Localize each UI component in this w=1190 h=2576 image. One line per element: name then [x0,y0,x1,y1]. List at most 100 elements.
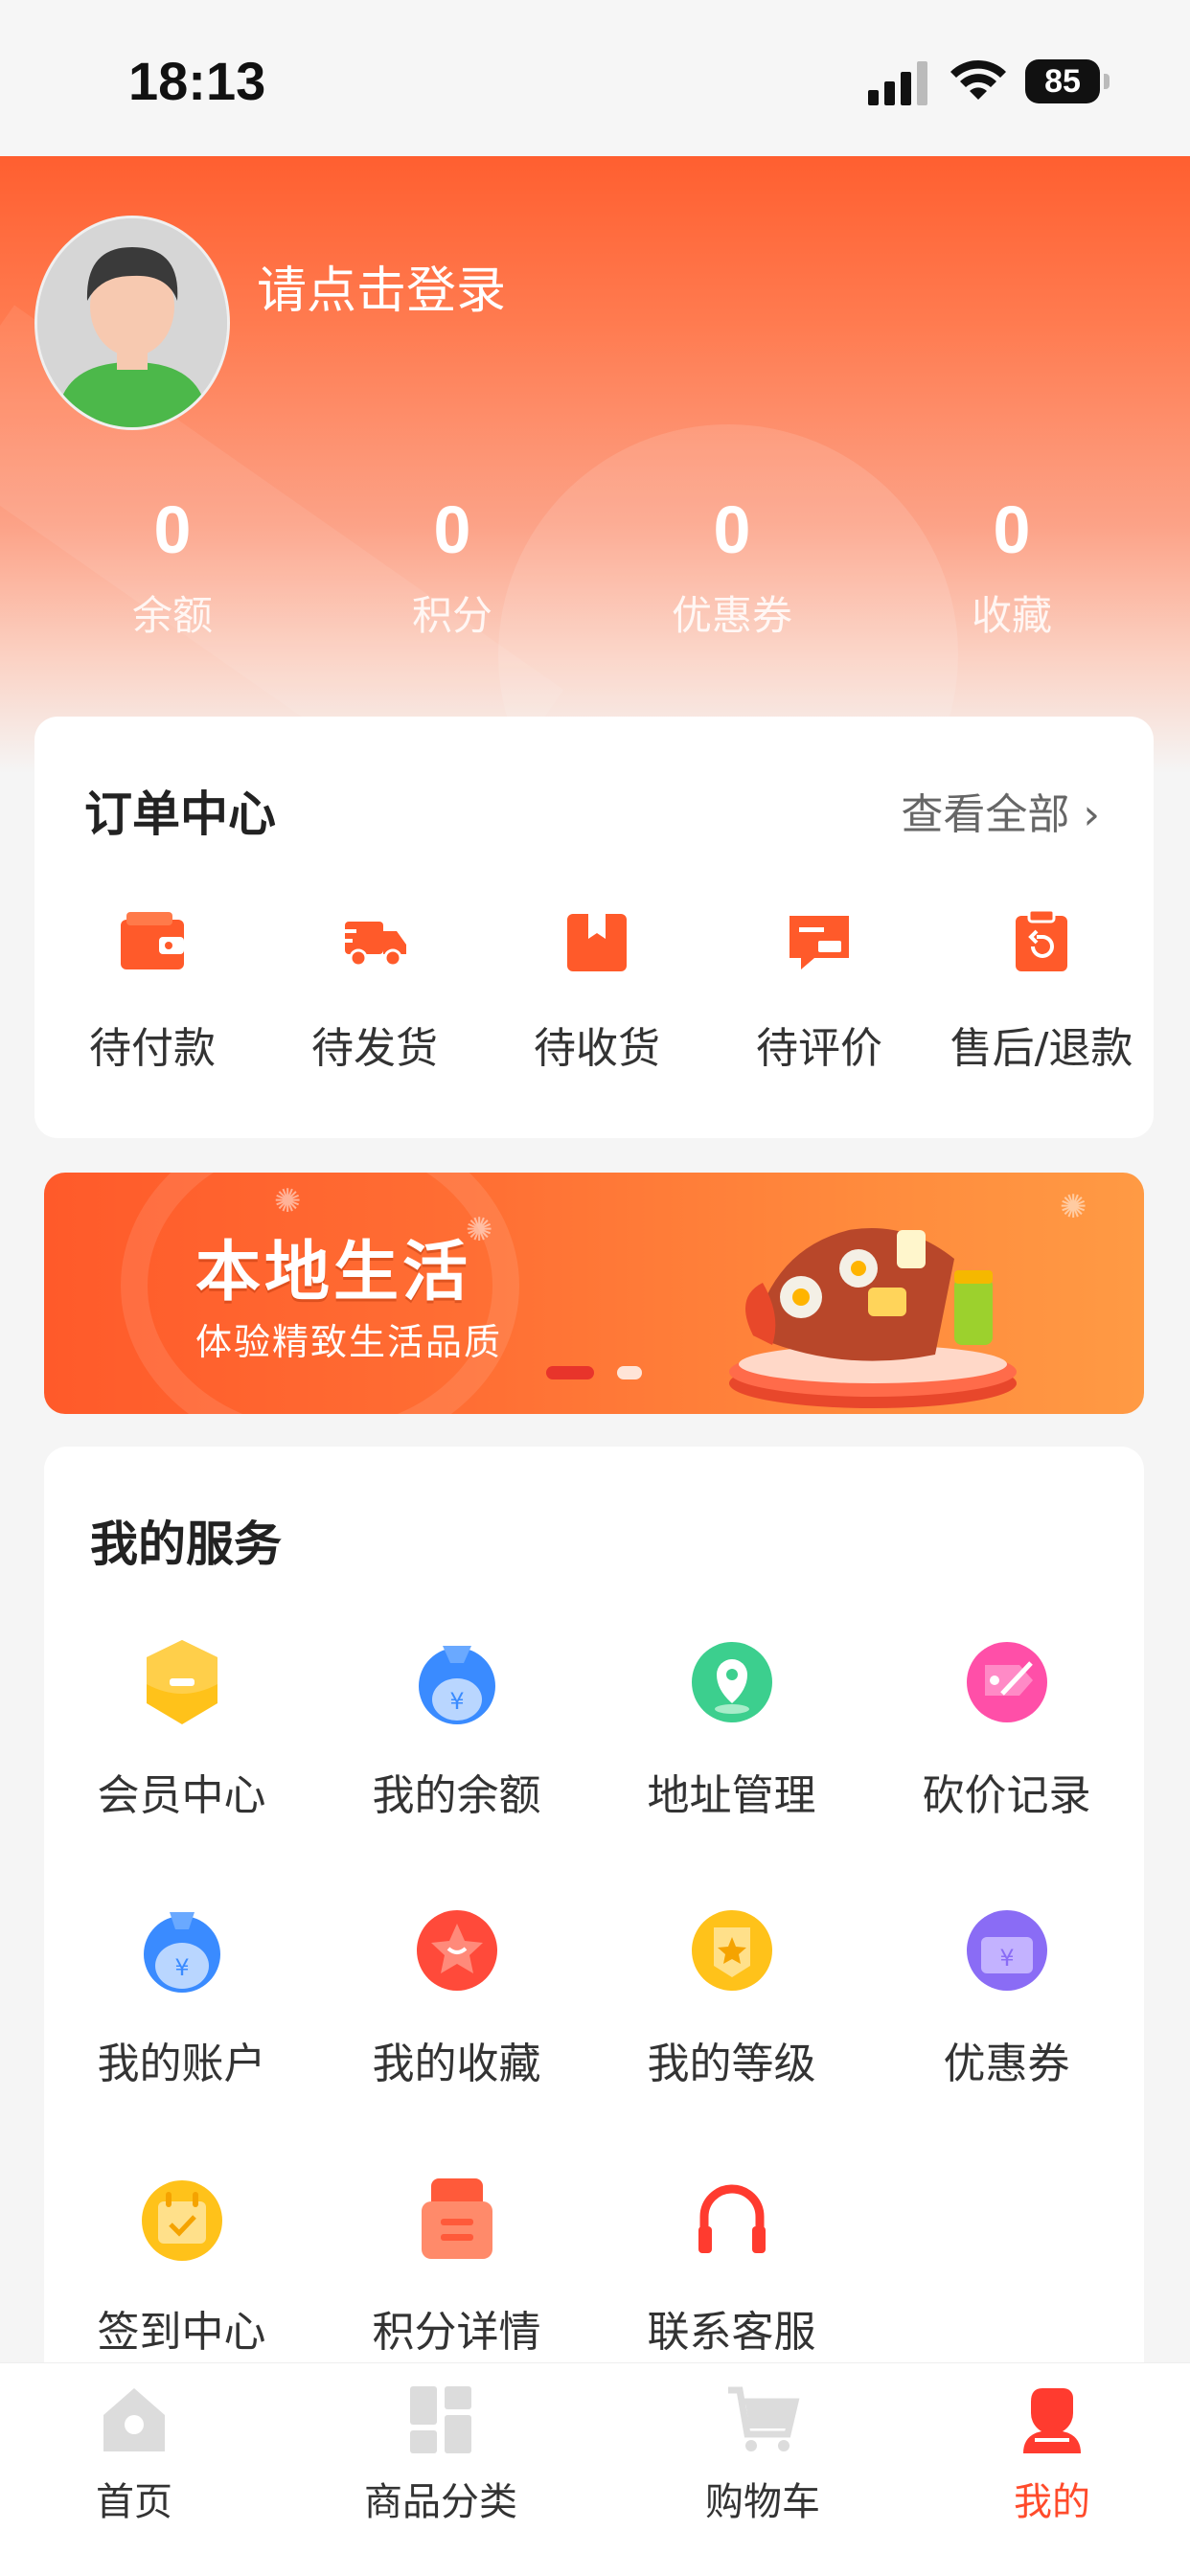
svg-text:¥: ¥ [449,1688,464,1715]
stat-value: 0 [153,492,192,567]
service-label: 联系客服 [647,2308,816,2357]
order-pending-receipt[interactable]: 待收货 [487,908,707,1075]
svg-text:¥: ¥ [174,1954,189,1981]
stat-label: 余额 [131,592,213,639]
tab-home[interactable]: 首页 [19,2381,249,2526]
member-icon [146,1640,217,1724]
profile-icon [1023,2388,1081,2453]
location-icon [691,1642,772,1722]
account-icon: ¥ [143,1912,220,1993]
service-label: 砍价记录 [922,1771,1091,1820]
battery-level: 85 [1025,59,1100,103]
order-pending-shipment[interactable]: 待发货 [264,908,485,1075]
cart-icon [728,2386,800,2451]
wifi-icon [950,59,1006,100]
service-bargain-records[interactable]: 砍价记录 [869,1636,1144,1822]
tab-label: 我的 [1014,2480,1090,2524]
sparkle-icon: ✺ [274,1182,302,1220]
coupon-icon: ¥ [966,1910,1047,1991]
my-services-card: 我的服务 会员中心 ¥ 我的余额 地址管理 砍价记录 ¥ 我的账户 我的收藏 我… [44,1447,1144,2414]
points-detail-icon [421,2178,492,2259]
service-label: 我的账户 [97,2040,266,2088]
tab-label: 购物车 [705,2480,820,2524]
level-badge-icon [691,1910,772,1991]
service-points-details[interactable]: 积分详情 [319,2173,594,2359]
promo-banner[interactable]: ✺ ✺ ✺ 本地生活 体验精致生活品质 [44,1173,1144,1414]
service-label: 地址管理 [647,1771,816,1820]
service-label: 签到中心 [97,2308,266,2357]
service-my-level[interactable]: 我的等级 [594,1904,869,2090]
package-icon [567,914,627,971]
service-label: 积分详情 [372,2308,541,2357]
service-coupons[interactable]: ¥ 优惠券 [869,1904,1144,2090]
default-avatar-icon [37,218,227,427]
stat-value: 0 [993,492,1031,567]
sparkle-icon: ✺ [1060,1188,1087,1226]
order-pending-payment[interactable]: 待付款 [42,908,263,1075]
order-item-label: 售后/退款 [950,1024,1133,1073]
bottom-tab-bar: 首页 商品分类 购物车 我的 [0,2362,1190,2576]
service-address-management[interactable]: 地址管理 [594,1636,869,1822]
order-item-label: 待收货 [534,1024,660,1073]
service-label: 会员中心 [97,1771,266,1820]
carousel-indicator-active [546,1366,594,1379]
comment-icon [790,916,849,969]
services-title: 我的服务 [90,1516,282,1572]
tab-label: 首页 [96,2480,172,2524]
service-label: 我的余额 [372,1771,541,1820]
banner-title: 本地生活 [195,1235,472,1311]
stat-label: 积分 [411,592,492,639]
service-label: 我的等级 [647,2040,816,2088]
service-customer-support[interactable]: 联系客服 [594,2173,869,2359]
status-bar: 18:13 85 [0,0,1190,156]
view-all-orders-link[interactable]: 查看全部 › [901,780,1100,841]
wallet-icon [121,912,184,969]
stat-points[interactable]: 0 积分 [356,491,548,642]
order-after-sales[interactable]: 售后/退款 [931,908,1152,1075]
status-time: 18:13 [128,51,266,111]
stat-label: 优惠券 [671,592,792,639]
svg-text:¥: ¥ [999,1945,1014,1972]
order-pending-review[interactable]: 待评价 [709,908,929,1075]
view-all-label: 查看全部 [901,790,1070,839]
food-platter-illustration [729,1228,1017,1408]
stat-value: 0 [433,492,471,567]
cellular-signal-icon [868,61,927,105]
stat-coupons[interactable]: 0 优惠券 [636,491,828,642]
order-center-title: 订单中心 [84,786,276,842]
service-my-favorites[interactable]: 我的收藏 [319,1904,594,2090]
home-icon [103,2388,165,2451]
tab-label: 商品分类 [364,2480,517,2524]
battery-icon: 85 [1025,59,1110,103]
tab-profile[interactable]: 我的 [937,2381,1167,2526]
login-prompt[interactable]: 请点击登录 [257,250,506,322]
service-label: 我的收藏 [372,2040,541,2088]
avatar[interactable] [34,216,230,430]
stat-label: 收藏 [971,592,1052,639]
order-item-label: 待评价 [756,1024,882,1073]
money-bag-icon: ¥ [418,1646,495,1724]
order-center-card: 订单中心 查看全部 › 待付款 待发货 待收货 待评价 售后/退款 [34,717,1154,1138]
tab-category[interactable]: 商品分类 [326,2381,556,2526]
service-my-balance[interactable]: ¥ 我的余额 [319,1636,594,1822]
calendar-check-icon [141,2180,222,2261]
headset-icon [698,2184,766,2253]
service-check-in-center[interactable]: 签到中心 [44,2173,319,2359]
stat-favorites[interactable]: 0 收藏 [916,491,1108,642]
refund-icon [1016,908,1067,971]
banner-subtitle: 体验精致生活品质 [195,1321,503,1363]
carousel-indicator [617,1366,642,1379]
favorite-star-icon [416,1910,497,1991]
stat-value: 0 [713,492,751,567]
stat-balance[interactable]: 0 余额 [77,491,268,642]
truck-icon [341,922,406,968]
order-item-label: 待付款 [89,1024,216,1073]
service-my-account[interactable]: ¥ 我的账户 [44,1904,319,2090]
service-label: 优惠券 [943,2040,1070,2088]
tab-cart[interactable]: 购物车 [648,2381,878,2526]
bargain-tag-icon [966,1642,1047,1722]
category-icon [410,2386,471,2453]
order-item-label: 待发货 [311,1024,438,1073]
chevron-right-icon: › [1083,790,1100,839]
service-member-center[interactable]: 会员中心 [44,1636,319,1822]
